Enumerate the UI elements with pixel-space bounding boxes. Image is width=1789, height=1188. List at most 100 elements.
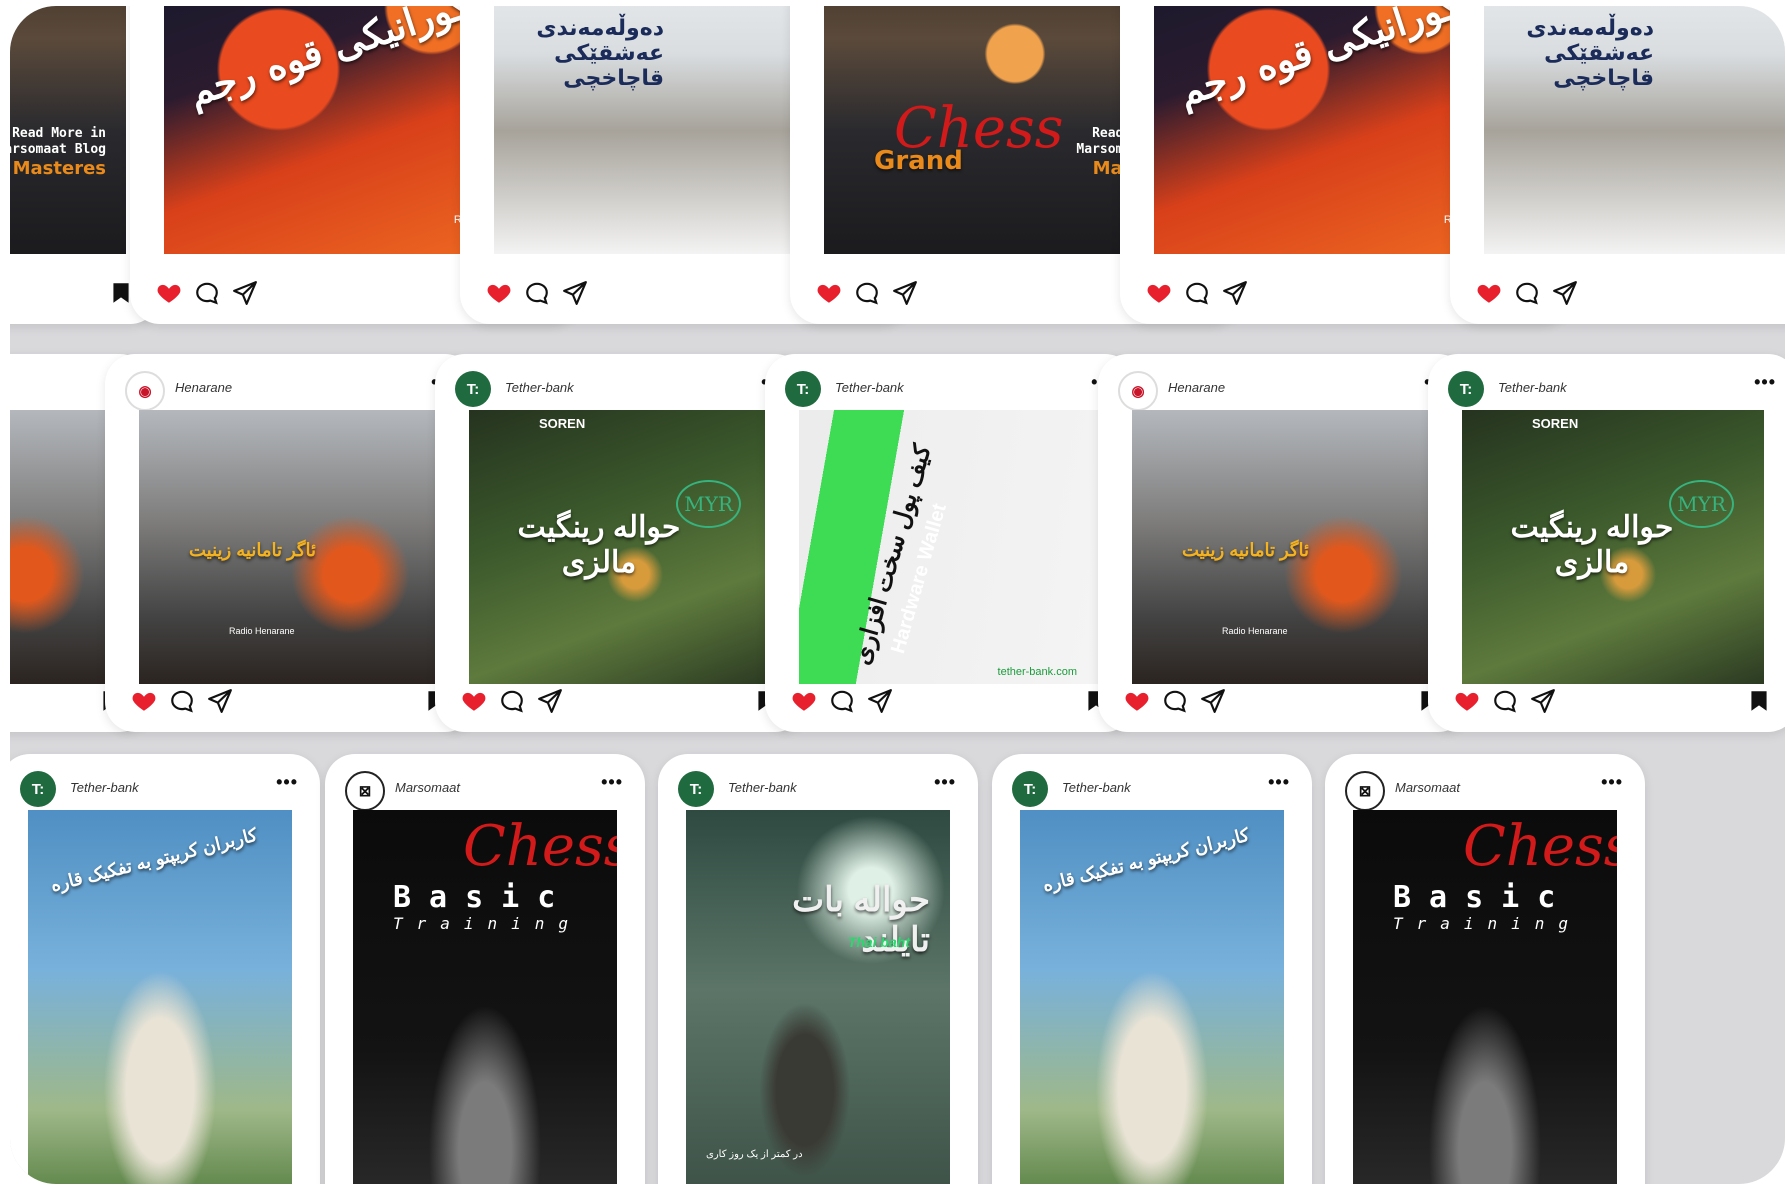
avatar[interactable]: T: (455, 371, 491, 407)
share-icon[interactable] (562, 280, 588, 306)
poster-chess-word: Chess (1463, 814, 1617, 879)
share-icon[interactable] (1222, 280, 1248, 306)
avatar[interactable]: T: (20, 771, 56, 807)
poster-caption: Radio Henarane (1222, 626, 1288, 636)
post-image[interactable]: دەوڵەمەندی عەشقێکی قاچاخچی (1484, 6, 1785, 254)
poster-blog: Marsomaat Blog (10, 142, 106, 157)
post-card[interactable]: ◉Henarane•••ئاگر تامانیه‌ زینیتRadio Hen… (1098, 354, 1468, 732)
post-actions (10, 280, 134, 308)
heart-icon[interactable] (461, 688, 487, 714)
comment-icon[interactable] (1492, 688, 1518, 714)
share-icon[interactable] (892, 280, 918, 306)
post-card[interactable]: ⊠ Marsomaat ••• Chess Basic Training (1325, 754, 1645, 1184)
post-card[interactable]: T: Tether-bank ••• کاربران کریپتو به تفکیک … (992, 754, 1312, 1184)
comment-icon[interactable] (499, 688, 525, 714)
heart-icon[interactable] (156, 280, 182, 306)
bookmark-icon[interactable] (1746, 688, 1772, 714)
post-image[interactable]: SOREN MYR حواله رینگیت مالزی (1462, 410, 1764, 684)
comment-icon[interactable] (169, 688, 195, 714)
post-card[interactable]: T: Tether-bank ••• SORENMYRحواله رینگیت مال… (1428, 354, 1785, 732)
heart-icon[interactable] (131, 688, 157, 714)
heart-icon[interactable] (816, 280, 842, 306)
post-image[interactable]: ئاگر تامانیه‌ زینیت Radio Henarane (1132, 410, 1434, 684)
share-icon[interactable] (1552, 280, 1578, 306)
post-actions (461, 688, 779, 716)
comment-icon[interactable] (1514, 280, 1540, 306)
heart-icon[interactable] (1146, 280, 1172, 306)
poster-basic: Basic (1393, 880, 1574, 915)
poster-title: ئاگر تامانیه‌ زینیت (1182, 540, 1309, 560)
share-icon[interactable] (537, 688, 563, 714)
post-image[interactable]: Chess Basic Training (353, 810, 617, 1184)
avatar[interactable]: T: (785, 371, 821, 407)
post-card[interactable]: T: Tether-bank ••• کاربران کریپتو به تفکیک … (10, 754, 320, 1184)
post-username[interactable]: Henarane (175, 380, 232, 395)
post-image[interactable]: SOREN MYR حواله رینگیت مالزی (469, 410, 771, 684)
post-username[interactable]: Tether-bank (1498, 380, 1567, 395)
poster-chess-word: Chess (463, 814, 617, 879)
post-card[interactable]: ⊠ Marsomaat ••• Chess Basic Training (325, 754, 645, 1184)
post-header: ◉Henarane••• (105, 354, 475, 414)
post-image[interactable]: کیف پول سخت افزاری Hardware Wallet tether-… (799, 410, 1101, 684)
heart-icon[interactable] (1124, 688, 1150, 714)
post-image[interactable]: کاربران کریپتو به تفکیک قاره (28, 810, 292, 1184)
post-card[interactable]: ◉Henarane•••ئاگر تامانیه‌ زینیتRadio Hen… (105, 354, 475, 732)
share-icon[interactable] (1200, 688, 1226, 714)
share-icon[interactable] (1530, 688, 1556, 714)
post-username[interactable]: Tether-bank (728, 780, 797, 795)
post-actions (791, 688, 1109, 716)
post-image[interactable]: Chess Basic Training (1353, 810, 1617, 1184)
post-grid: Chess Grand Read More inMarsomaat BlogMast… (10, 6, 1785, 1184)
avatar[interactable]: T: (678, 771, 714, 807)
avatar[interactable]: T: (1448, 371, 1484, 407)
avatar[interactable]: ⊠ (1345, 771, 1385, 811)
comment-icon[interactable] (829, 688, 855, 714)
post-username[interactable]: Marsomaat (1395, 780, 1460, 795)
avatar[interactable]: ⊠ (345, 771, 385, 811)
more-icon[interactable]: ••• (276, 772, 298, 793)
avatar[interactable]: ◉ (125, 371, 165, 411)
more-icon[interactable]: ••• (1268, 772, 1290, 793)
post-header: T: Tether-bank ••• (1428, 354, 1785, 414)
post-actions (1454, 688, 1772, 716)
share-icon[interactable] (232, 280, 258, 306)
post-image[interactable]: کاربران کریپتو به تفکیک قاره (1020, 810, 1284, 1184)
avatar[interactable]: T: (1012, 771, 1048, 807)
post-username[interactable]: Tether-bank (1062, 780, 1131, 795)
poster-masters: Masteres (12, 158, 106, 179)
post-card[interactable]: T: Tether-bank ••• حواله بات تایلند Thai bah… (658, 754, 978, 1184)
more-icon[interactable]: ••• (1754, 372, 1776, 393)
heart-icon[interactable] (1476, 280, 1502, 306)
share-icon[interactable] (867, 688, 893, 714)
avatar[interactable]: ◉ (1118, 371, 1158, 411)
comment-icon[interactable] (1162, 688, 1188, 714)
more-icon[interactable]: ••• (934, 772, 956, 793)
post-username[interactable]: Henarane (1168, 380, 1225, 395)
share-icon[interactable] (207, 688, 233, 714)
comment-icon[interactable] (1184, 280, 1210, 306)
post-header: ⊠ Marsomaat ••• (1325, 754, 1645, 814)
post-image[interactable]: ئاگر تامانیه‌ زینیتRadio Henarane (139, 410, 441, 684)
post-header: T: Tether-bank ••• (992, 754, 1312, 814)
post-username[interactable]: Marsomaat (395, 780, 460, 795)
heart-icon[interactable] (791, 688, 817, 714)
post-username[interactable]: Tether-bank (835, 380, 904, 395)
post-card[interactable]: T:Tether-bank•••کیف پول سخت افزاریHardwa… (765, 354, 1135, 732)
more-icon[interactable]: ••• (601, 772, 623, 793)
heart-icon[interactable] (1454, 688, 1480, 714)
more-icon[interactable]: ••• (1601, 772, 1623, 793)
comment-icon[interactable] (524, 280, 550, 306)
comment-icon[interactable] (854, 280, 880, 306)
post-header: T:Tether-bank••• (435, 354, 805, 414)
post-username[interactable]: Tether-bank (70, 780, 139, 795)
post-card[interactable]: T:Tether-bank•••SORENMYRحواله رینگیت مال… (435, 354, 805, 732)
post-image[interactable]: ئاگر تامانیه‌ زینیتRadio Henarane (10, 410, 116, 684)
post-image[interactable]: حواله بات تایلند Thai baht در کمتر از یک ر… (686, 810, 950, 1184)
poster-caption: Radio Henarane (229, 626, 295, 636)
heart-icon[interactable] (486, 280, 512, 306)
post-image[interactable]: ChessGrandRead More inMarsomaat BlogMast… (10, 6, 126, 254)
post-username[interactable]: Tether-bank (505, 380, 574, 395)
comment-icon[interactable] (194, 280, 220, 306)
poster-training: Training (393, 914, 583, 933)
post-card[interactable]: دەوڵەمەندی عەشقێکی قاچاخچی (1450, 6, 1785, 324)
